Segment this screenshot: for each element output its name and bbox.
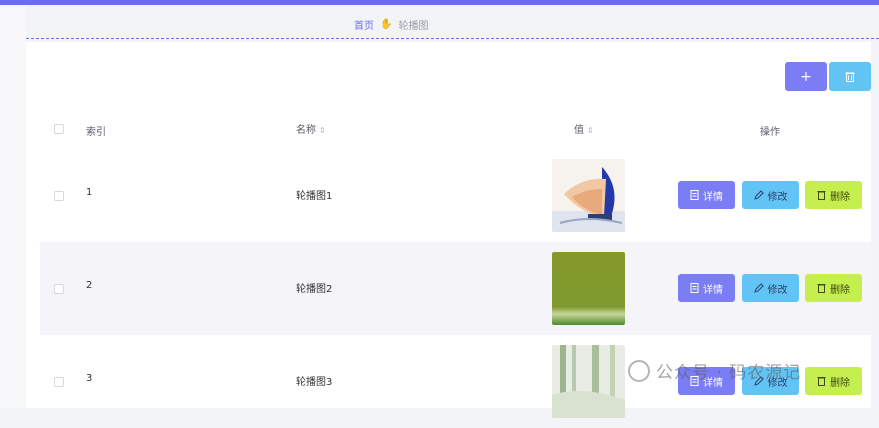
delete-button-label: 删除 [830,377,850,389]
breadcrumb: 首页 ✋ 轮播图 [354,17,428,32]
top-accent-bar [0,0,879,5]
trash-icon [845,72,855,82]
breadcrumb-current: 轮播图 [398,21,429,32]
table-row: 2 轮播图2 详情 修改 删除 [40,242,871,335]
right-gutter [871,5,879,408]
breadcrumb-separator-icon: ✋ [380,19,393,30]
table-row: 1 轮播图1 详情 修改 删除 [40,149,871,242]
pencil-icon [753,283,764,293]
breadcrumb-home-link[interactable]: 首页 [354,17,374,32]
edit-button[interactable]: 修改 [742,274,799,302]
delete-button[interactable]: 删除 [805,367,862,395]
delete-button-label: 删除 [830,284,850,296]
batch-delete-button[interactable] [829,62,871,91]
row-checkbox[interactable] [54,191,64,201]
document-icon [690,283,699,293]
header-name-sortable[interactable]: 名称 ⇕ [296,121,326,136]
sort-icon: ⇕ [319,126,326,135]
pencil-icon [753,190,764,200]
row-thumbnail-image[interactable] [552,159,625,232]
header-index: 索引 [86,127,106,138]
delete-button[interactable]: 删除 [805,274,862,302]
add-button[interactable]: + [785,62,827,91]
delete-button-label: 删除 [830,191,850,203]
sort-icon: ⇕ [587,126,594,135]
header-actions: 操作 [760,127,780,138]
trash-icon [817,377,826,386]
header-value: 值 [574,125,584,136]
document-icon [690,190,699,200]
watermark: 公众号 · 码农源记 [628,358,801,383]
detail-button[interactable]: 详情 [678,274,735,302]
edit-button-label: 修改 [767,284,788,296]
header-name: 名称 [296,125,316,136]
header-divider [26,38,879,39]
edit-button[interactable]: 修改 [742,181,799,209]
detail-button-label: 详情 [703,191,723,203]
row-name: 轮播图1 [296,191,333,202]
select-all-checkbox[interactable] [54,124,64,134]
wechat-icon [628,359,650,382]
row-name: 轮播图3 [296,377,333,388]
edit-button-label: 修改 [767,191,788,203]
row-name: 轮播图2 [296,284,333,295]
plus-icon: + [800,68,812,85]
trash-icon [817,284,826,293]
table-header: 索引 名称 ⇕ 值 ⇕ 操作 [40,112,871,146]
trash-icon [817,191,826,200]
row-checkbox[interactable] [54,284,64,294]
watermark-text: 公众号 · 码农源记 [656,363,802,383]
row-index: 2 [86,280,93,291]
row-thumbnail-image[interactable] [552,252,625,325]
row-thumbnail-image[interactable] [552,345,625,418]
header-value-sortable[interactable]: 值 ⇕ [574,121,594,136]
row-checkbox[interactable] [54,377,64,387]
left-gutter [0,5,26,408]
detail-button[interactable]: 详情 [678,181,735,209]
detail-button-label: 详情 [703,284,723,296]
row-index: 1 [86,187,93,198]
delete-button[interactable]: 删除 [805,181,862,209]
row-index: 3 [86,373,93,384]
